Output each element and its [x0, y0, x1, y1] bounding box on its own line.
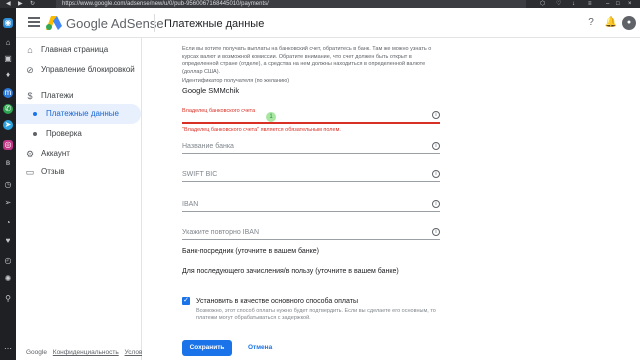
account-holder-field[interactable]: i: [182, 106, 440, 124]
sidebar-item-verification[interactable]: Проверка: [16, 124, 141, 144]
page-title: Платежные данные: [164, 18, 265, 30]
recipient-id-value[interactable]: Google SMMchik: [182, 86, 239, 95]
address-bar[interactable]: https://www.google.com/adsense/new/u/0/p…: [56, 0, 526, 8]
bank-name-field[interactable]: Название банка i: [182, 136, 440, 154]
pin-icon[interactable]: ⚲: [3, 294, 13, 304]
sidebar-item-label: Отзыв: [41, 167, 65, 176]
payment-form: Если вы хотите получать выплаты на банко…: [142, 38, 640, 360]
intermediary-bank-link[interactable]: Банк-посредник (уточните в вашем банке): [182, 248, 319, 255]
telegram-icon[interactable]: ➤: [3, 120, 13, 130]
info-text: Если вы хотите получать выплаты на банко…: [182, 46, 432, 75]
iban-placeholder: IBAN: [182, 201, 199, 208]
speed-dial-icon[interactable]: ◉: [3, 18, 13, 28]
save-button[interactable]: Сохранить: [182, 340, 232, 356]
forward-icon[interactable]: ▶: [18, 1, 23, 7]
primary-method-label: Установить в качестве основного способа …: [196, 298, 358, 305]
store-icon[interactable]: ▣: [3, 54, 13, 64]
vk-icon[interactable]: в: [3, 158, 13, 168]
block-icon: ⊘: [26, 65, 34, 75]
header-divider: [154, 14, 155, 32]
product-name: Google AdSense: [66, 16, 164, 31]
maximize-icon[interactable]: □: [616, 1, 620, 7]
further-credit-link[interactable]: Для последующего зачисления/в пользу (ут…: [182, 268, 399, 275]
avatar[interactable]: ●: [622, 16, 636, 30]
sidebar-item-label: Платежные данные: [46, 109, 119, 118]
iban-field[interactable]: IBAN i: [182, 194, 440, 212]
bookmark-icon[interactable]: ♡: [556, 1, 561, 7]
instagram-icon[interactable]: ◎: [3, 140, 13, 150]
sidebar-item-payments[interactable]: $ Платежи: [16, 86, 141, 106]
recipient-id-label: Идентификатор получателя (по желанию): [182, 78, 290, 84]
sidebar-item-label: Платежи: [41, 91, 74, 100]
sidebar-item-label: Проверка: [46, 129, 82, 138]
sidebar-item-label: Аккаунт: [41, 149, 70, 158]
swift-field[interactable]: SWIFT BIC i: [182, 164, 440, 182]
left-nav: ⌂ Главная страница ⊘ Управление блокиров…: [16, 38, 150, 360]
help-icon[interactable]: i: [432, 142, 440, 150]
minimize-icon[interactable]: –: [606, 1, 609, 7]
cursor-indicator: 1: [266, 112, 276, 122]
browser-sidebar: ◉ ⌂ ▣ ♦ m ✆ ➤ ◎ в ◷ ➢ ◔ ♥ ◴ ✺ ⚲ ⋯: [0, 8, 16, 360]
account-holder-error: "Владелец банковского счета" является об…: [182, 127, 341, 133]
swift-placeholder: SWIFT BIC: [182, 171, 218, 178]
cancel-button[interactable]: Отмена: [248, 340, 272, 356]
bullet-dot: [33, 132, 37, 136]
back-icon[interactable]: ◀: [6, 1, 11, 7]
nav-footer: Google Конфиденциальность Условия: [26, 349, 154, 356]
bank-name-placeholder: Название банка: [182, 143, 234, 150]
bookmarks-icon[interactable]: ♥: [3, 236, 13, 246]
primary-method-note: Возможно, этот способ оплаты нужно будет…: [196, 308, 436, 321]
sidebar-item-label: Главная страница: [41, 45, 109, 54]
download-icon[interactable]: ↓: [572, 1, 575, 7]
send-icon[interactable]: ➢: [3, 198, 13, 208]
wallet-icon[interactable]: ♦: [3, 70, 13, 80]
more-icon[interactable]: ⋯: [3, 344, 13, 354]
feedback-icon: ▭: [25, 167, 35, 177]
sidebar-item-home[interactable]: ⌂ Главная страница: [16, 40, 141, 60]
browser-toolbar: ◀ ▶ ↻ https://www.google.com/adsense/new…: [0, 0, 640, 8]
reload-icon[interactable]: ↻: [30, 1, 35, 7]
footer-brand: Google: [26, 349, 47, 356]
help-icon[interactable]: i: [432, 228, 440, 236]
iban-repeat-placeholder: Укажите повторно IBAN: [182, 229, 260, 236]
privacy-link[interactable]: Конфиденциальность: [53, 349, 119, 356]
help-icon[interactable]: i: [432, 170, 440, 178]
sidebar-item-feedback[interactable]: ▭ Отзыв: [16, 162, 141, 182]
sidebar-item-payment-info[interactable]: Платежные данные: [16, 104, 141, 124]
adsense-logo: [46, 16, 62, 30]
active-dot: [33, 112, 37, 116]
notifications-icon[interactable]: 🔔: [604, 16, 618, 30]
close-window-icon[interactable]: ×: [628, 1, 632, 7]
payments-icon: $: [27, 91, 33, 101]
app-header: Google AdSense Платежные данные ? 🔔 ●: [16, 8, 640, 38]
history-icon[interactable]: ◔: [3, 218, 13, 228]
hamburger-menu-icon[interactable]: [28, 17, 40, 27]
primary-method-checkbox[interactable]: ✓: [182, 297, 190, 305]
home-shortcut-icon[interactable]: ⌂: [3, 38, 13, 48]
menu-icon[interactable]: ≡: [588, 1, 592, 7]
gear-icon: ⚙: [25, 149, 35, 159]
extension-icon[interactable]: ⬡: [540, 1, 545, 7]
sidebar-item-blocking[interactable]: ⊘ Управление блокировкой: [16, 60, 141, 80]
iban-repeat-field[interactable]: Укажите повторно IBAN i: [182, 222, 440, 240]
home-icon: ⌂: [27, 45, 33, 55]
help-icon[interactable]: i: [432, 111, 440, 119]
messenger-icon[interactable]: m: [3, 88, 13, 98]
whatsapp-icon[interactable]: ✆: [3, 104, 13, 114]
settings-icon[interactable]: ✺: [3, 274, 13, 284]
sidebar-item-account[interactable]: ⚙ Аккаунт: [16, 144, 141, 164]
help-icon[interactable]: ?: [584, 16, 598, 30]
clock-icon[interactable]: ◴: [3, 256, 13, 266]
help-icon[interactable]: i: [432, 200, 440, 208]
player-icon[interactable]: ◷: [3, 180, 13, 190]
sidebar-item-label: Управление блокировкой: [41, 65, 135, 74]
